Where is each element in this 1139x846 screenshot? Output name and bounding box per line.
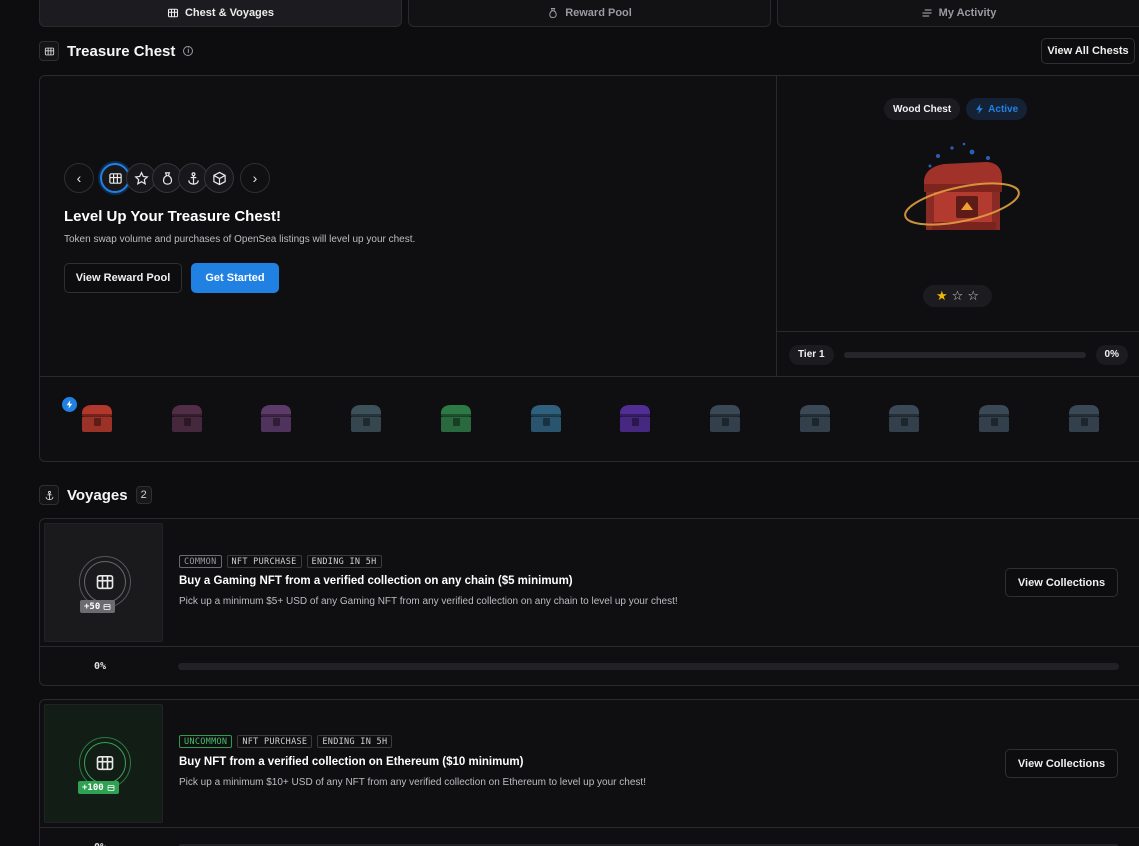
voyage-description: Pick up a minimum $5+ USD of any Gaming … [179,596,678,607]
chest-tier-8-image[interactable] [704,401,746,437]
chest-tier-9-image[interactable] [794,401,836,437]
star-icon [133,170,149,185]
money-bag-icon [549,7,557,19]
chest-tier-12-image[interactable] [1063,401,1105,437]
voyage-points-badge: +100 [78,781,119,794]
chest-tier-strip [40,377,1139,462]
chest-tier-6-image[interactable] [525,401,567,437]
tab-chest-voyages[interactable]: Chest & Voyages [39,0,402,27]
voyage-card: +100 UNCOMMON NFT PURCHASE ENDING IN 5H … [39,699,1139,846]
top-tabs: Chest & Voyages Reward Pool My Activity [39,0,1139,27]
chest-icon [96,574,114,590]
chest-actions: View Reward Pool Get Started [64,263,279,293]
star-empty-icon: ☆ [967,288,979,303]
treasure-chest-card: ‹ › Level Up Your Treasure Chest! Token … [39,75,1139,462]
view-collections-button[interactable]: View Collections [1005,749,1118,778]
get-started-button[interactable]: Get Started [191,263,279,293]
voyage-progress-percent: 0% [93,661,107,672]
tab-my-activity[interactable]: My Activity [777,0,1139,27]
ending-tag: ENDING IN 5H [306,555,382,568]
voyages-count-badge: 2 [135,486,152,504]
category-tag: NFT PURCHASE [237,735,313,748]
view-all-chests-button[interactable]: View All Chests [1041,38,1135,64]
cube-icon [212,171,226,185]
chest-icon [103,603,111,610]
tab-label: Reward Pool [565,7,632,19]
chest-carousel: ‹ › [64,163,270,193]
voyage-tags: UNCOMMON NFT PURCHASE ENDING IN 5H [179,735,393,748]
chest-name-badge: Wood Chest [884,98,961,120]
voyage-title: Buy a Gaming NFT from a verified collect… [179,575,573,587]
chest-icon [167,8,178,18]
carousel-next-button[interactable]: › [240,163,270,193]
chest-tier-2-image[interactable] [166,401,208,437]
carousel-icons [100,163,234,193]
voyage-points-badge: +50 [80,600,116,613]
lightning-icon [66,400,73,409]
tab-label: My Activity [938,7,997,19]
chest-icon [96,755,114,771]
carousel-cube-icon[interactable] [204,163,234,193]
ending-tag: ENDING IN 5H [317,735,393,748]
chest-tier-1-image[interactable] [76,401,118,437]
points-value: +50 [84,601,101,612]
wood-chest-image [904,142,1020,230]
voyage-progress-bar [178,663,1119,670]
chest-tier-10-image[interactable] [883,401,925,437]
status-label: Active [988,103,1019,115]
points-value: +100 [82,782,104,793]
chest-tier-11-image[interactable] [973,401,1015,437]
chest-tier-5-image[interactable] [435,401,477,437]
voyage-progress-row: 0% [40,827,1139,846]
chest-icon [108,172,122,184]
active-status-badge: Active [966,98,1028,120]
chest-tier-3-image[interactable] [255,401,297,437]
info-icon[interactable]: i [183,46,194,56]
voyage-card: +50 COMMON NFT PURCHASE ENDING IN 5H Buy… [39,518,1139,686]
voyage-progress-percent: 0% [40,842,160,846]
tier-progress-row: Tier 1 0% [777,331,1139,377]
rarity-tag: UNCOMMON [179,735,233,748]
chest-status-pills: Wood Chest Active [884,98,1028,120]
voyage-title: Buy NFT from a verified collection on Et… [179,756,524,768]
lightning-icon [976,104,983,114]
chest-intro-panel: ‹ › Level Up Your Treasure Chest! Token … [40,76,777,377]
voyage-progress-row: 0% [40,646,1139,686]
chest-tier-7-image[interactable] [614,401,656,437]
chest-subtitle: Token swap volume and purchases of OpenS… [64,234,416,245]
activity-icon [922,9,932,17]
voyage-thumbnail: +50 [44,523,163,642]
anchor-icon [187,171,199,185]
voyages-header: Voyages 2 [39,485,152,505]
active-tier-badge [62,397,77,412]
chest-icon [39,41,59,61]
chevron-right-icon: › [252,170,258,186]
chest-name: Wood Chest [893,103,952,115]
carousel-prev-button[interactable]: ‹ [64,163,94,193]
category-tag: NFT PURCHASE [226,555,302,568]
star-empty-icon: ☆ [951,288,964,303]
tier-percent: 0% [1095,344,1128,365]
treasure-chest-header: Treasure Chest i [39,41,194,61]
tab-reward-pool[interactable]: Reward Pool [408,0,771,27]
voyage-description: Pick up a minimum $10+ USD of any NFT fr… [179,777,646,788]
section-title: Treasure Chest [67,42,176,60]
view-reward-pool-button[interactable]: View Reward Pool [64,263,182,293]
chest-tier-4-image[interactable] [345,401,387,437]
star-filled-icon: ★ [936,288,948,303]
tab-label: Chest & Voyages [184,7,275,19]
tier-badge: Tier 1 [789,344,834,365]
money-bag-icon [162,171,172,185]
voyage-thumbnail: +100 [44,704,163,823]
section-title: Voyages [67,486,128,504]
anchor-icon [39,485,59,505]
voyage-tags: COMMON NFT PURCHASE ENDING IN 5H [179,555,382,568]
rarity-tag: COMMON [179,555,222,568]
tier-progress-bar [843,351,1086,358]
chest-heading: Level Up Your Treasure Chest! [64,208,282,225]
view-collections-button[interactable]: View Collections [1005,568,1118,597]
chest-icon [107,784,115,791]
chest-star-rating: ★ ☆ ☆ [923,285,992,307]
chevron-left-icon: ‹ [76,170,82,186]
